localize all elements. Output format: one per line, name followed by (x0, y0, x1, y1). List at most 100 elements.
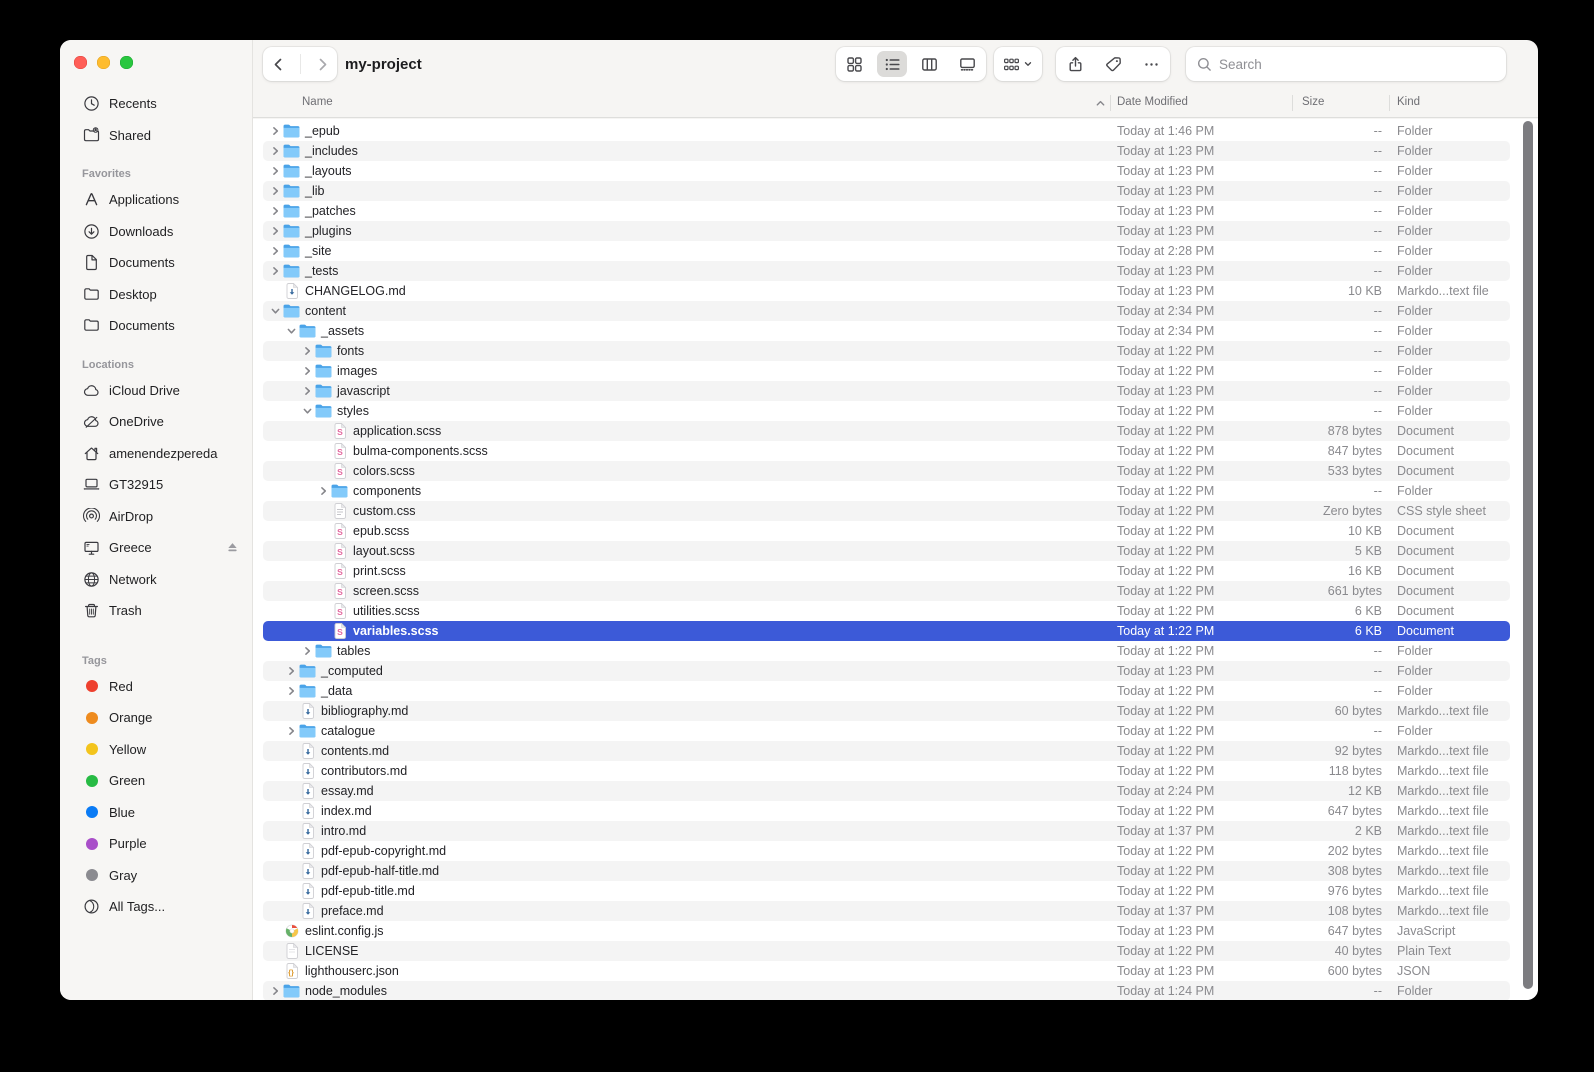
sidebar-item-yellow[interactable]: Yellow (60, 734, 252, 766)
disclosure-triangle-icon[interactable] (268, 166, 282, 176)
sidebar-item-downloads[interactable]: Downloads (60, 216, 252, 248)
column-header-size[interactable]: Size (1302, 96, 1324, 108)
file-row[interactable]: essay.md Today at 2:24 PM 12 KB Markdo..… (263, 781, 1510, 801)
file-row[interactable]: S layout.scss Today at 1:22 PM 5 KB Docu… (263, 541, 1510, 561)
gallery-view-button[interactable] (950, 47, 984, 81)
vertical-scrollbar[interactable] (1523, 121, 1533, 989)
disclosure-triangle-icon[interactable] (284, 726, 298, 736)
column-header-name[interactable]: Name (302, 96, 333, 108)
column-header-kind[interactable]: Kind (1397, 96, 1420, 108)
file-row[interactable]: bibliography.md Today at 1:22 PM 60 byte… (263, 701, 1510, 721)
minimize-button[interactable] (97, 56, 110, 69)
column-header-date[interactable]: Date Modified (1117, 96, 1188, 108)
sidebar-item-orange[interactable]: Orange (60, 702, 252, 734)
disclosure-triangle-icon[interactable] (268, 186, 282, 196)
file-row[interactable]: index.md Today at 1:22 PM 647 bytes Mark… (263, 801, 1510, 821)
back-button[interactable] (270, 47, 287, 81)
file-row[interactable]: _lib Today at 1:23 PM -- Folder (263, 181, 1510, 201)
sidebar-item-onedrive[interactable]: OneDrive (60, 406, 252, 438)
sidebar-item-purple[interactable]: Purple (60, 828, 252, 860)
file-row[interactable]: styles Today at 1:22 PM -- Folder (263, 401, 1510, 421)
file-row[interactable]: catalogue Today at 1:22 PM -- Folder (263, 721, 1510, 741)
sidebar-item-amenendezpereda[interactable]: amenendezpereda (60, 438, 252, 470)
sidebar-item-network[interactable]: Network (60, 564, 252, 596)
file-row[interactable]: javascript Today at 1:23 PM -- Folder (263, 381, 1510, 401)
disclosure-triangle-icon[interactable] (268, 306, 282, 316)
forward-button[interactable] (314, 47, 331, 81)
disclosure-triangle-icon[interactable] (300, 346, 314, 356)
disclosure-triangle-icon[interactable] (316, 486, 330, 496)
disclosure-triangle-icon[interactable] (268, 206, 282, 216)
sidebar-item-gray[interactable]: Gray (60, 860, 252, 892)
sidebar-item-airdrop[interactable]: AirDrop (60, 501, 252, 533)
disclosure-triangle-icon[interactable] (284, 666, 298, 676)
disclosure-triangle-icon[interactable] (268, 146, 282, 156)
sidebar-item-applications[interactable]: Applications (60, 184, 252, 216)
tags-button[interactable] (1105, 47, 1122, 81)
sidebar-item-red[interactable]: Red (60, 671, 252, 703)
file-row[interactable]: preface.md Today at 1:37 PM 108 bytes Ma… (263, 901, 1510, 921)
disclosure-triangle-icon[interactable] (268, 226, 282, 236)
zoom-button[interactable] (120, 56, 133, 69)
disclosure-triangle-icon[interactable] (268, 126, 282, 136)
share-button[interactable] (1067, 47, 1084, 81)
sidebar-item-recents[interactable]: Recents (60, 88, 252, 120)
sidebar-item-desktop[interactable]: Desktop (60, 279, 252, 311)
file-row[interactable]: intro.md Today at 1:37 PM 2 KB Markdo...… (263, 821, 1510, 841)
file-row[interactable]: eslint.config.js Today at 1:23 PM 647 by… (263, 921, 1510, 941)
disclosure-triangle-icon[interactable] (300, 646, 314, 656)
disclosure-triangle-icon[interactable] (300, 366, 314, 376)
file-row[interactable]: content Today at 2:34 PM -- Folder (263, 301, 1510, 321)
list-view-button[interactable] (875, 47, 909, 81)
column-view-button[interactable] (913, 47, 947, 81)
sidebar-item-all-tags[interactable]: All Tags... (60, 891, 252, 923)
file-row[interactable]: _epub Today at 1:46 PM -- Folder (263, 121, 1510, 141)
disclosure-triangle-icon[interactable] (300, 386, 314, 396)
disclosure-triangle-icon[interactable] (300, 406, 314, 416)
file-row[interactable]: S bulma-components.scss Today at 1:22 PM… (263, 441, 1510, 461)
close-button[interactable] (74, 56, 87, 69)
disclosure-triangle-icon[interactable] (268, 246, 282, 256)
file-row[interactable]: pdf-epub-copyright.md Today at 1:22 PM 2… (263, 841, 1510, 861)
more-button[interactable] (1143, 47, 1160, 81)
file-row[interactable]: custom.css Today at 1:22 PM Zero bytes C… (263, 501, 1510, 521)
file-row[interactable]: _patches Today at 1:23 PM -- Folder (263, 201, 1510, 221)
eject-icon[interactable] (225, 540, 240, 555)
icon-view-button[interactable] (838, 47, 872, 81)
file-row[interactable]: _includes Today at 1:23 PM -- Folder (263, 141, 1510, 161)
file-row[interactable]: S colors.scss Today at 1:22 PM 533 bytes… (263, 461, 1510, 481)
file-row[interactable]: contents.md Today at 1:22 PM 92 bytes Ma… (263, 741, 1510, 761)
sidebar-item-trash[interactable]: Trash (60, 595, 252, 627)
file-row[interactable]: _data Today at 1:22 PM -- Folder (263, 681, 1510, 701)
sidebar-item-gt32915[interactable]: GT32915 (60, 469, 252, 501)
sidebar-item-shared[interactable]: Shared (60, 120, 252, 152)
file-row[interactable]: S epub.scss Today at 1:22 PM 10 KB Docum… (263, 521, 1510, 541)
disclosure-triangle-icon[interactable] (284, 326, 298, 336)
file-row[interactable]: _tests Today at 1:23 PM -- Folder (263, 261, 1510, 281)
file-row[interactable]: _assets Today at 2:34 PM -- Folder (263, 321, 1510, 341)
file-row[interactable]: {} lighthouserc.json Today at 1:23 PM 60… (263, 961, 1510, 981)
file-row[interactable]: _layouts Today at 1:23 PM -- Folder (263, 161, 1510, 181)
file-row[interactable]: S print.scss Today at 1:22 PM 16 KB Docu… (263, 561, 1510, 581)
file-row[interactable]: images Today at 1:22 PM -- Folder (263, 361, 1510, 381)
disclosure-triangle-icon[interactable] (284, 686, 298, 696)
disclosure-triangle-icon[interactable] (268, 986, 282, 996)
sidebar-item-greece[interactable]: Greece (60, 532, 252, 564)
file-row[interactable]: pdf-epub-half-title.md Today at 1:22 PM … (263, 861, 1510, 881)
search-field[interactable]: Search (1186, 47, 1506, 81)
sidebar-item-green[interactable]: Green (60, 765, 252, 797)
file-row[interactable]: contributors.md Today at 1:22 PM 118 byt… (263, 761, 1510, 781)
sidebar-item-documents[interactable]: Documents (60, 247, 252, 279)
sidebar-item-icloud-drive[interactable]: iCloud Drive (60, 375, 252, 407)
file-row[interactable]: S application.scss Today at 1:22 PM 878 … (263, 421, 1510, 441)
file-row[interactable]: _computed Today at 1:23 PM -- Folder (263, 661, 1510, 681)
file-row[interactable]: S screen.scss Today at 1:22 PM 661 bytes… (263, 581, 1510, 601)
file-row[interactable]: S variables.scss Today at 1:22 PM 6 KB D… (263, 621, 1510, 641)
file-row[interactable]: CHANGELOG.md Today at 1:23 PM 10 KB Mark… (263, 281, 1510, 301)
file-row[interactable]: S utilities.scss Today at 1:22 PM 6 KB D… (263, 601, 1510, 621)
file-row[interactable]: _site Today at 2:28 PM -- Folder (263, 241, 1510, 261)
file-row[interactable]: _plugins Today at 1:23 PM -- Folder (263, 221, 1510, 241)
file-row[interactable]: node_modules Today at 1:24 PM -- Folder (263, 981, 1510, 1000)
group-by-button[interactable] (1003, 47, 1033, 81)
sidebar-item-documents[interactable]: Documents (60, 310, 252, 342)
